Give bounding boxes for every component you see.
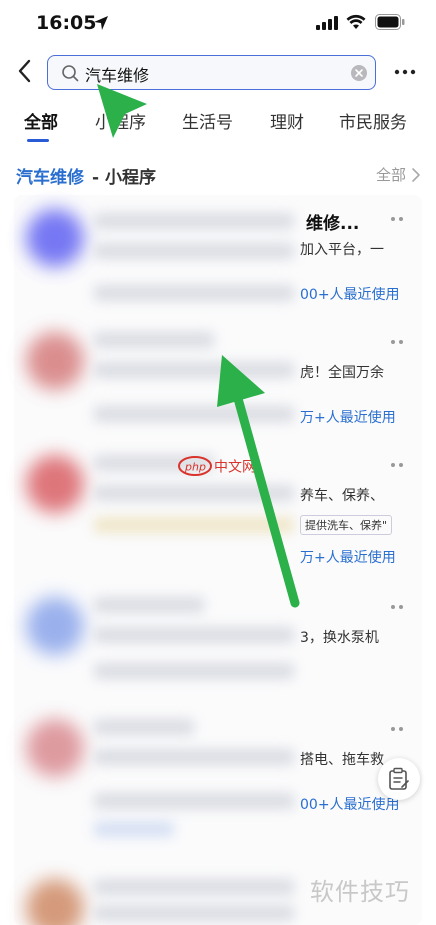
blurred-text <box>94 243 294 259</box>
list-item[interactable]: 维修... 加入平台，一 00+人最近使用 <box>14 195 422 318</box>
avatar <box>26 597 84 655</box>
status-bar: 16:05 <box>0 0 436 48</box>
active-tab-indicator <box>27 139 49 142</box>
watermark-text: 软件技巧 <box>310 878 410 906</box>
blurred-text <box>94 905 294 921</box>
blurred-text <box>94 627 294 643</box>
blurred-text <box>94 285 294 301</box>
item-description: 加入平台，一 <box>300 242 384 258</box>
section-header: 汽车维修 - 小程序 全部 <box>0 155 436 189</box>
avatar <box>26 879 84 925</box>
location-arrow-icon <box>94 16 108 30</box>
section-keyword: 汽车维修 <box>16 168 84 188</box>
item-user-count: 00+人最近使用 <box>300 797 400 813</box>
section-all-link[interactable]: 全部 <box>376 164 406 185</box>
blurred-text <box>94 749 294 765</box>
blurred-text <box>94 879 294 895</box>
annotation-arrow-icon <box>217 355 300 608</box>
more-dots-icon[interactable] <box>386 601 408 613</box>
avatar <box>26 332 84 390</box>
list-item[interactable]: 搭电、拖车救 00+人最近使用 <box>14 705 422 837</box>
search-row: 汽车维修 <box>0 50 436 94</box>
avatar <box>26 719 84 777</box>
status-time: 16:05 <box>36 12 97 34</box>
tab-citizen-service[interactable]: 市民服务 <box>339 108 407 133</box>
tab-all[interactable]: 全部 <box>24 108 58 133</box>
cellular-signal-icon <box>316 16 338 30</box>
clipboard-button[interactable] <box>378 758 420 800</box>
annotation-arrow-icon <box>97 84 147 138</box>
item-user-count: 00+人最近使用 <box>300 287 400 303</box>
back-chevron-icon[interactable] <box>14 58 36 84</box>
clipboard-icon <box>389 767 409 790</box>
search-icon <box>62 65 79 82</box>
more-dots-icon[interactable] <box>386 213 408 225</box>
wifi-icon <box>346 14 366 29</box>
avatar <box>26 209 84 267</box>
tab-life-account[interactable]: 生活号 <box>182 108 233 133</box>
blurred-text <box>94 793 294 809</box>
more-dots-icon[interactable] <box>386 459 408 471</box>
item-description: 搭电、拖车救 <box>300 752 384 768</box>
more-options-icon[interactable] <box>392 62 418 82</box>
avatar <box>26 455 84 513</box>
item-title: 维修... <box>306 214 360 234</box>
more-dots-icon[interactable] <box>386 336 408 348</box>
blurred-text <box>94 719 194 735</box>
chevron-right-icon[interactable] <box>411 167 421 183</box>
more-dots-icon[interactable] <box>386 723 408 735</box>
blurred-text <box>94 213 294 229</box>
blurred-text <box>94 597 204 613</box>
blurred-text <box>94 663 294 679</box>
battery-icon <box>375 14 405 30</box>
blurred-text <box>94 821 174 837</box>
section-type: - 小程序 <box>92 168 156 188</box>
category-tabs: 全部 小程序 生活号 理财 市民服务 <box>0 96 436 148</box>
clear-icon[interactable] <box>351 65 367 81</box>
item-description: 3，换水泵机 <box>300 630 379 646</box>
tab-finance[interactable]: 理财 <box>270 108 304 133</box>
